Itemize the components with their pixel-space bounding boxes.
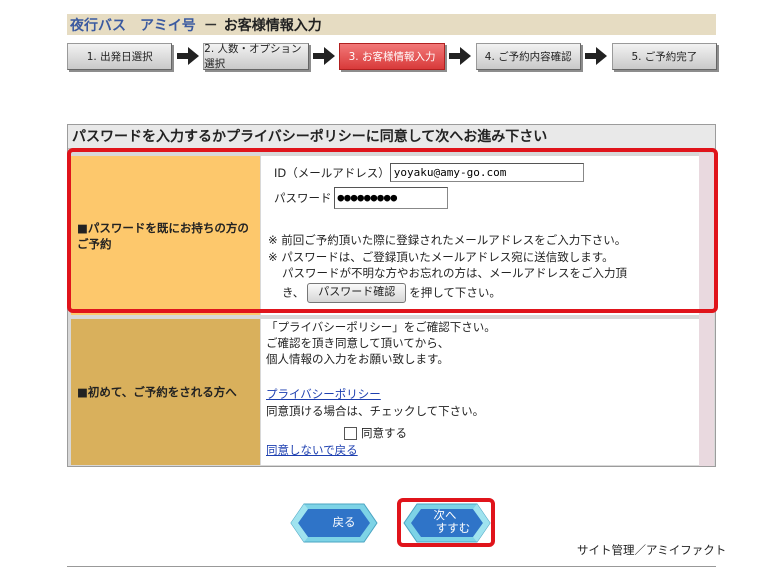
page-title: お客様情報入力 bbox=[223, 17, 322, 34]
notice-2: ※ パスワードは、ご登録頂いたメールアドレス宛に送信致します。 bbox=[268, 250, 614, 264]
agree-label[interactable]: 同意する bbox=[361, 425, 407, 441]
footer-credit: サイト管理／アミイファクト bbox=[577, 543, 727, 557]
privacy-policy-link[interactable]: プライバシーポリシー bbox=[266, 387, 381, 402]
login-panel: パスワードを入力するかプライバシーポリシーに同意して次へお進み下さい ■パスワー… bbox=[67, 124, 716, 467]
back-button[interactable]: 戻る bbox=[290, 503, 378, 543]
notice-4-pre: き、 bbox=[282, 285, 305, 300]
notice-1: ※ 前回ご予約頂いた際に登録されたメールアドレスをご入力下さい。 bbox=[268, 233, 627, 247]
privacy-line-3: 個人情報の入力をお願い致します。 bbox=[266, 352, 449, 366]
existing-user-label: ■パスワードを既にお持ちの方のご予約 bbox=[71, 156, 260, 315]
notice-4: き、 パスワード確認 を押して下さい。 bbox=[282, 283, 501, 303]
agree-checkbox[interactable] bbox=[344, 426, 357, 440]
password-row: パスワード ●●●●●●●●● bbox=[274, 187, 448, 209]
next-button-highlight bbox=[397, 498, 495, 547]
first-time-section: 「プライバシーポリシー」をご確認下さい。 ご確認を頂き同意して頂いてから、 個人… bbox=[261, 319, 699, 465]
title-separator: － bbox=[203, 17, 218, 34]
step-4: 4. ご予約内容確認 bbox=[475, 42, 581, 70]
footer-divider bbox=[67, 566, 716, 567]
arrow-right-icon bbox=[172, 43, 203, 70]
panel-heading: パスワードを入力するかプライバシーポリシーに同意して次へお進み下さい bbox=[68, 125, 715, 149]
password-confirm-button[interactable]: パスワード確認 bbox=[307, 283, 407, 303]
step-progress: 1. 出発日選択 2. 人数・オプション選択 3. お客様情報入力 4. ご予約… bbox=[67, 41, 718, 71]
step-3-current: 3. お客様情報入力 bbox=[339, 42, 445, 70]
brand-title: 夜行バス アミイ号 bbox=[70, 17, 196, 34]
arrow-right-icon bbox=[309, 43, 340, 70]
right-scroll-strip bbox=[699, 153, 714, 466]
step-2: 2. 人数・オプション選択 bbox=[203, 42, 309, 70]
back-button-label: 戻る bbox=[332, 515, 356, 529]
step-5: 5. ご予約完了 bbox=[611, 42, 718, 70]
password-label: パスワード bbox=[274, 191, 332, 205]
first-time-label: ■初めて、ご予約をされる方へ bbox=[71, 319, 260, 465]
existing-user-section: ID（メールアドレス） yoyaku@amy-go.com パスワード ●●●●… bbox=[261, 156, 699, 315]
arrow-right-icon bbox=[581, 43, 612, 70]
agree-instruction: 同意頂ける場合は、チェックして下さい。 bbox=[266, 404, 485, 418]
password-input[interactable]: ●●●●●●●●● bbox=[333, 187, 448, 209]
disagree-back-link[interactable]: 同意しないで戻る bbox=[266, 443, 358, 458]
notice-3: パスワードが不明な方やお忘れの方は、メールアドレスをご入力頂 bbox=[282, 266, 627, 280]
arrow-right-icon bbox=[445, 43, 476, 70]
step-1: 1. 出発日選択 bbox=[67, 42, 173, 70]
privacy-line-2: ご確認を頂き同意して頂いてから、 bbox=[266, 336, 450, 350]
agree-row: 同意する bbox=[344, 425, 407, 441]
notice-4-post: を押して下さい。 bbox=[409, 285, 501, 300]
id-label: ID（メールアドレス） bbox=[274, 165, 390, 180]
title-bar: 夜行バス アミイ号 － お客様情報入力 bbox=[67, 14, 716, 35]
privacy-line-1: 「プライバシーポリシー」をご確認下さい。 bbox=[266, 320, 496, 334]
email-input[interactable]: yoyaku@amy-go.com bbox=[389, 163, 584, 182]
id-row: ID（メールアドレス） yoyaku@amy-go.com bbox=[274, 163, 584, 182]
